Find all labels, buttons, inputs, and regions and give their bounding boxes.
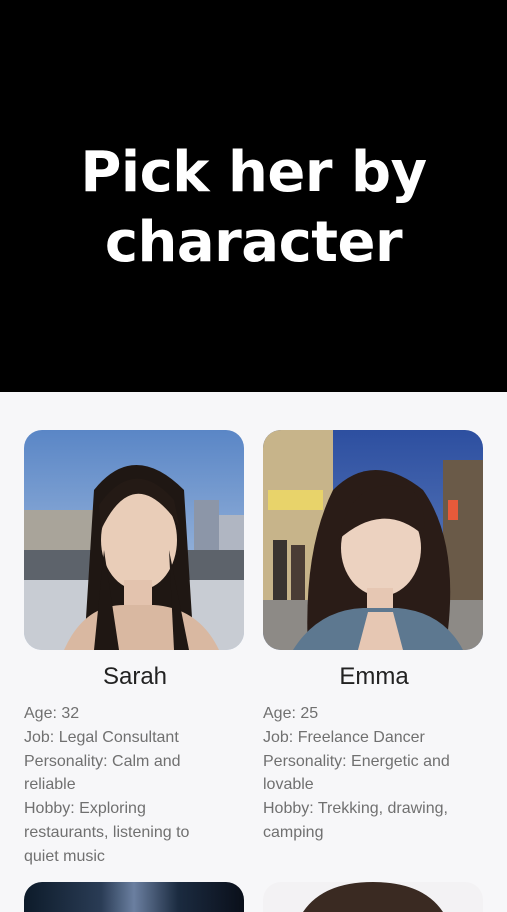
character-personality-cont: reliable bbox=[24, 776, 76, 794]
character-hobby: Hobby: Exploring bbox=[24, 800, 146, 818]
character-hobby-cont: camping bbox=[263, 823, 324, 841]
character-details: Age: 25 Job: Freelance Dancer Personalit… bbox=[263, 702, 485, 845]
character-hobby: Hobby: Trekking, drawing, bbox=[263, 800, 448, 818]
character-personality: Personality: Calm and bbox=[24, 752, 181, 770]
character-age: Age: 32 bbox=[24, 705, 80, 722]
character-photo-next-right[interactable] bbox=[263, 882, 483, 912]
character-name: Sarah bbox=[102, 663, 168, 690]
character-photo-sarah[interactable] bbox=[24, 430, 244, 650]
character-photo-next-left[interactable] bbox=[24, 882, 244, 912]
hero-title: Pick her by character bbox=[0, 138, 507, 278]
character-personality: Personality: Energetic and bbox=[263, 752, 450, 770]
character-photo-emma[interactable] bbox=[263, 430, 483, 650]
character-card-sarah[interactable]: Sarah Age: 32 Job: Legal Consultant Pers… bbox=[24, 430, 246, 869]
hero-title-line-1: Pick her by bbox=[80, 140, 427, 205]
character-card-emma[interactable]: Emma Age: 25 Job: Freelance Dancer Perso… bbox=[263, 430, 485, 845]
character-age: Age: 25 bbox=[263, 705, 319, 722]
hero-title-line-2: character bbox=[104, 210, 403, 275]
character-job: Job: Legal Consultant bbox=[24, 728, 179, 746]
hero-banner: Pick her by character bbox=[0, 0, 507, 392]
character-hobby-cont: restaurants, listening to bbox=[24, 823, 190, 841]
character-details: Age: 32 Job: Legal Consultant Personalit… bbox=[24, 702, 246, 869]
character-hobby-cont: quiet music bbox=[24, 847, 105, 865]
character-name: Emma bbox=[339, 663, 409, 690]
character-list: Sarah Age: 32 Job: Legal Consultant Pers… bbox=[0, 392, 507, 912]
character-personality-cont: lovable bbox=[263, 776, 314, 794]
character-job: Job: Freelance Dancer bbox=[263, 728, 425, 746]
